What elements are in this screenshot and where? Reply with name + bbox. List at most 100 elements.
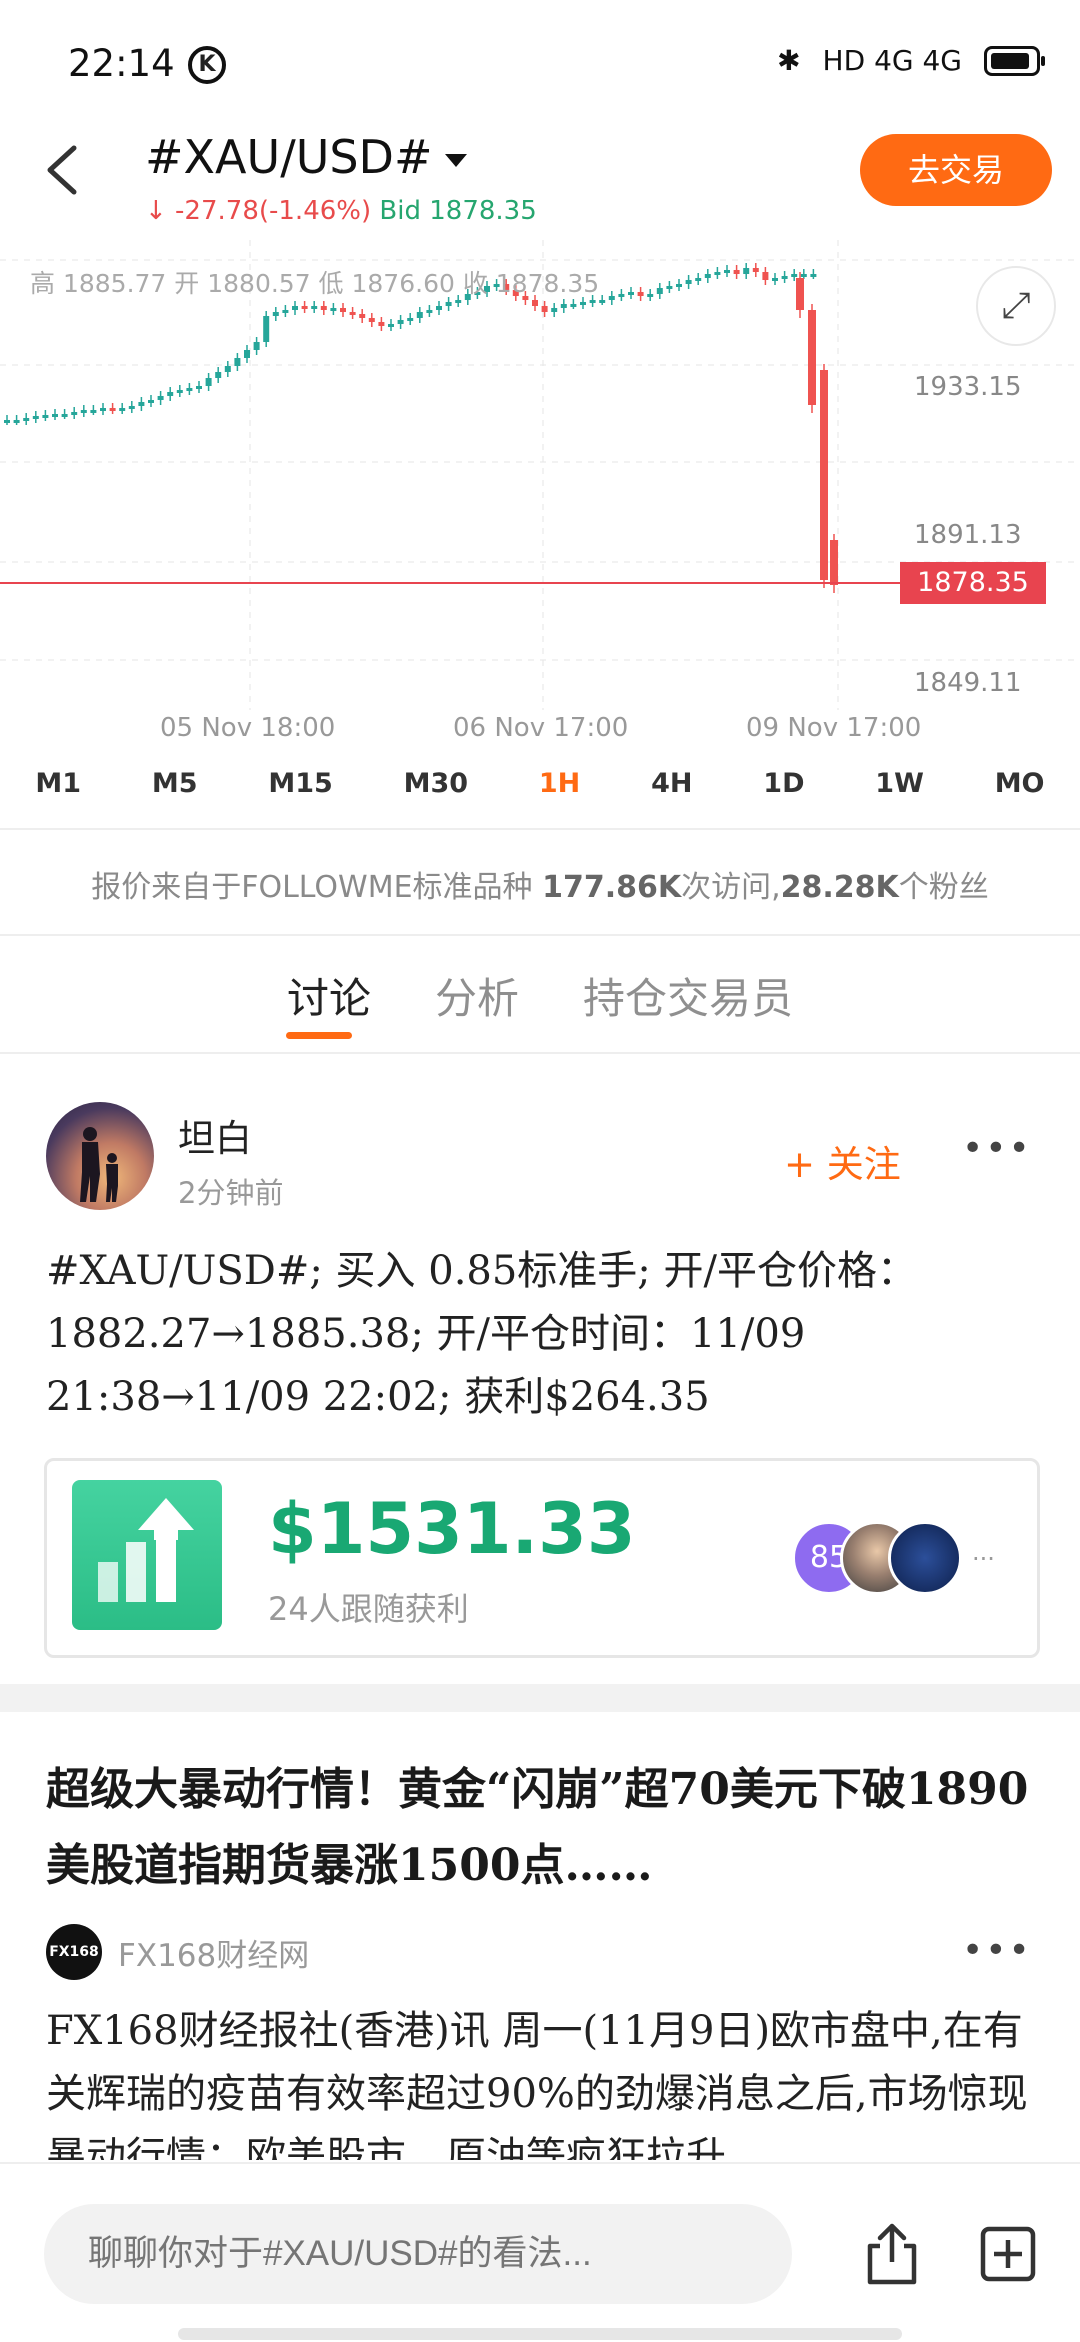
candle-body [416,312,423,318]
candle-body [119,408,126,411]
candle-body [215,372,222,378]
price-level-label: 1849.11 [914,668,1022,698]
timeframe-1d[interactable]: 1D [763,768,804,828]
candle-body [71,412,78,415]
news-title[interactable]: 超级大暴动行情！黄金“闪崩”超70美元下破1890 美股道指期货暴涨1500点…… [46,1752,1036,1904]
candle-body [80,410,87,413]
candle-body [685,280,692,284]
divider [0,828,1080,830]
post-more-icon[interactable]: ••• [962,1128,1032,1169]
trade-button[interactable]: 去交易 [860,134,1052,206]
candle-body [368,318,375,322]
fullscreen-expand-icon[interactable]: ⤢ [976,266,1056,346]
ohlc-readout: 高 1885.77 开 1880.57 低 1876.60 收 1878.35 [30,269,600,298]
candle-body [148,400,154,403]
candle-body [282,310,289,313]
candle-body [378,322,385,326]
news-source[interactable]: FX168财经网 [118,1930,309,1975]
content-tabs: 讨论 分析 持仓交易员 [0,965,1080,1035]
avatar[interactable] [46,1102,154,1210]
candle-body [100,408,106,411]
source-logo: FX168 [46,1924,102,1980]
candle-body [791,274,798,277]
profit-amount: $1531.33 [268,1488,636,1570]
candle-body [301,306,308,309]
candle-body [128,406,135,409]
candle-body [733,270,740,274]
tab-analysis[interactable]: 分析 [435,965,519,1035]
candle-body [244,350,250,358]
app-badge-icon: K [188,46,226,84]
candle-body [781,276,788,279]
timeframe-mo[interactable]: MO [995,768,1045,828]
section-separator [0,1684,1080,1712]
candle-body [551,308,558,312]
follower-avatar [888,1521,962,1595]
candle-body [320,306,327,310]
share-icon[interactable] [862,2222,922,2286]
timeframe-m1[interactable]: M1 [35,768,81,828]
symbol-title: #XAU/USD# [145,130,433,184]
candle-body [810,274,817,277]
timeframe-1w[interactable]: 1W [875,768,924,828]
battery-icon [984,45,1045,76]
symbol-selector[interactable]: #XAU/USD# [145,130,467,184]
candle-body [762,272,769,280]
candle-body [167,392,174,396]
candle-body [205,378,212,386]
candle-body [772,278,778,281]
timeframe-m30[interactable]: M30 [404,768,468,828]
quote-summary: ↓ -27.78(-1.46%) Bid 1878.35 [145,196,537,226]
candle-body [253,342,260,350]
candle-body [61,414,68,417]
chart-grid [0,240,1080,710]
home-indicator [178,2328,902,2340]
news-excerpt[interactable]: FX168财经报社(香港)讯 周一(11月9日)欧市盘中,在有关辉瑞的疫苗有效率… [46,2000,1046,2160]
candle-body [724,270,730,273]
bid-price: Bid 1878.35 [379,196,537,226]
network-indicators: HD 4G 4G [822,44,962,77]
candle-body [800,274,807,277]
date-axis-label: 06 Nov 17:00 [453,713,629,743]
tab-discussion[interactable]: 讨论 [287,965,371,1035]
candle-body [52,414,58,417]
candle-body [272,312,279,316]
candle-body [349,312,356,315]
status-indicators: ✱ HD 4G 4G [777,44,1045,77]
status-time: 22:14 [68,42,175,85]
follow-button[interactable]: + 关注 [784,1134,901,1188]
divider [0,1052,1080,1054]
candle-body [647,294,654,297]
date-axis-label: 09 Nov 17:00 [746,713,922,743]
candle-body [13,420,20,423]
timeframe-1h[interactable]: 1H [539,768,580,828]
timeframe-4h[interactable]: 4H [651,768,692,828]
candle-body [599,300,606,303]
timeframe-m5[interactable]: M5 [152,768,198,828]
back-arrow-icon[interactable] [38,140,88,200]
candlestick-chart[interactable] [0,240,1080,710]
price-change: ↓ -27.78(-1.46%) [145,196,372,226]
timeframe-m15[interactable]: M15 [268,768,332,828]
candle-body [157,396,164,400]
price-level-label: 1933.15 [914,372,1022,402]
comment-input[interactable] [44,2204,792,2304]
candle-body [695,278,702,281]
post-username[interactable]: 坦白 [178,1108,252,1162]
status-bar: 22:14 K ✱ HD 4G 4G [0,0,1080,130]
news-more-icon[interactable]: ••• [962,1930,1032,1971]
avatar-silhouette-icon [80,1127,118,1202]
active-tab-indicator [286,1032,352,1039]
bluetooth-icon: ✱ [777,44,801,77]
candle-series [4,263,838,593]
chevron-down-icon [444,154,467,167]
candle-body [32,416,39,419]
bar-chart-icon [72,1480,222,1630]
add-post-icon[interactable] [980,2226,1036,2282]
tab-position-traders[interactable]: 持仓交易员 [583,965,793,1035]
info-prefix: 报价来自于FOLLOWME标准品种 [91,870,543,905]
visit-count: 177.86K [542,870,682,905]
quote-source-info: 报价来自于FOLLOWME标准品种 177.86K次访问,28.28K个粉丝 [0,862,1080,906]
candle-body [224,366,231,372]
candle-body [436,306,442,310]
